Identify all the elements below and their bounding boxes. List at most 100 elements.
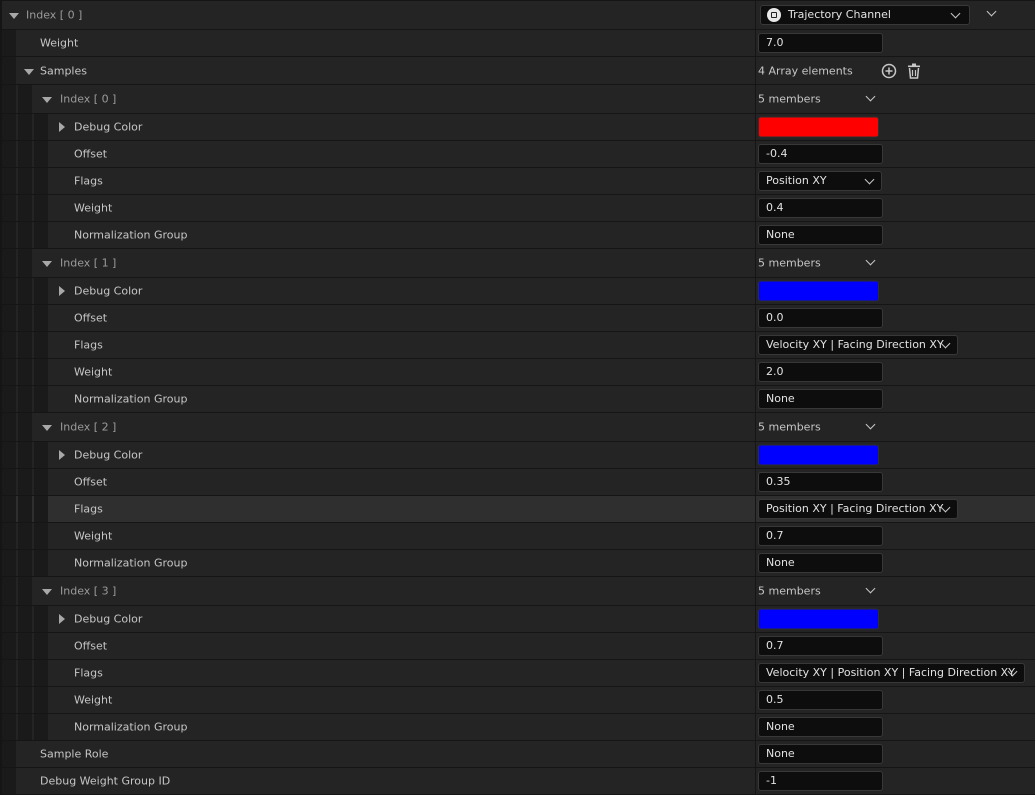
sample-role-label: Sample Role (40, 747, 109, 761)
sample-index-row[interactable]: Index [ 2 ] 5 members (0, 413, 1035, 441)
members-chevron-icon[interactable] (865, 255, 876, 266)
details-panel: Index [ 0 ] Trajectory Channel Weight 7.… (0, 0, 1035, 795)
flags-label: Flags (74, 666, 103, 680)
add-element-icon[interactable] (881, 63, 897, 79)
root-index-label: Index [ 0 ] (26, 8, 83, 22)
weight-row: Weight 2.0 (0, 359, 1035, 385)
debug-color-label: Debug Color (74, 284, 143, 298)
sample-index-label: Index [ 0 ] (60, 92, 117, 106)
normalization-group-label: Normalization Group (74, 392, 188, 406)
sample-members: 5 members (758, 92, 821, 106)
sample-index-row[interactable]: Index [ 1 ] 5 members (0, 249, 1035, 277)
sample-expand-icon[interactable] (42, 97, 52, 103)
debug-color-swatch[interactable] (758, 280, 879, 302)
samples-row[interactable]: Samples 4 Array elements (0, 57, 1035, 84)
members-chevron-icon[interactable] (865, 583, 876, 594)
offset-label: Offset (74, 147, 108, 161)
offset-row: Offset -0.4 (0, 141, 1035, 167)
weight-field[interactable]: 0.7 (758, 526, 883, 546)
flags-combo[interactable]: Position XY (758, 171, 882, 191)
normalization-group-field[interactable]: None (758, 225, 883, 245)
sample-index-label: Index [ 1 ] (60, 256, 117, 270)
offset-row: Offset 0.0 (0, 305, 1035, 331)
sample-expand-icon[interactable] (42, 589, 52, 595)
root-weight-field[interactable]: 7.0 (758, 33, 883, 53)
weight-field[interactable]: 0.5 (758, 690, 883, 710)
offset-row: Offset 0.35 (0, 469, 1035, 495)
normalization-group-row: Normalization Group None (0, 550, 1035, 576)
weight-field[interactable]: 2.0 (758, 362, 883, 382)
normalization-group-field[interactable]: None (758, 553, 883, 573)
sample-members: 5 members (758, 256, 821, 270)
root-index-row[interactable]: Index [ 0 ] Trajectory Channel (0, 1, 1035, 29)
debug-color-expand-icon[interactable] (59, 614, 65, 624)
debug-color-swatch[interactable] (758, 608, 879, 630)
debug-color-swatch[interactable] (758, 444, 879, 466)
members-chevron-icon[interactable] (865, 91, 876, 102)
flags-label: Flags (74, 338, 103, 352)
sample-index-label: Index [ 3 ] (60, 584, 117, 598)
weight-row: Weight 0.5 (0, 687, 1035, 713)
debug-weight-group-row: Debug Weight Group ID -1 (0, 768, 1035, 794)
flags-value: Velocity XY | Position XY | Facing Direc… (766, 666, 1015, 679)
samples-count: 4 Array elements (758, 64, 853, 77)
sample-members: 5 members (758, 420, 821, 434)
weight-label: Weight (74, 365, 113, 379)
normalization-group-row: Normalization Group None (0, 386, 1035, 412)
debug-color-label: Debug Color (74, 612, 143, 626)
offset-row: Offset 0.7 (0, 633, 1035, 659)
channel-type-label: Trajectory Channel (788, 8, 891, 21)
delete-elements-icon[interactable] (907, 63, 921, 79)
normalization-group-label: Normalization Group (74, 556, 188, 570)
debug-color-label: Debug Color (74, 448, 143, 462)
normalization-group-row: Normalization Group None (0, 714, 1035, 740)
offset-field[interactable]: 0.0 (758, 308, 883, 328)
debug-color-row: Debug Color (0, 606, 1035, 632)
offset-field[interactable]: 0.35 (758, 472, 883, 492)
normalization-group-label: Normalization Group (74, 228, 188, 242)
debug-color-swatch[interactable] (758, 116, 879, 138)
sample-expand-icon[interactable] (42, 261, 52, 267)
channel-type-inner-icon (771, 12, 777, 18)
normalization-group-label: Normalization Group (74, 720, 188, 734)
sample-role-row: Sample Role None (0, 741, 1035, 767)
sample-expand-icon[interactable] (42, 425, 52, 431)
debug-color-expand-icon[interactable] (59, 122, 65, 132)
normalization-group-row: Normalization Group None (0, 222, 1035, 248)
members-chevron-icon[interactable] (865, 419, 876, 430)
weight-label: Weight (74, 529, 113, 543)
expand-arrow-icon[interactable] (9, 13, 19, 19)
offset-field[interactable]: -0.4 (758, 144, 883, 164)
debug-color-expand-icon[interactable] (59, 286, 65, 296)
channel-options-chevron-icon[interactable] (986, 6, 997, 17)
weight-row: Weight 0.4 (0, 195, 1035, 221)
flags-combo[interactable]: Velocity XY | Position XY | Facing Direc… (758, 663, 1025, 683)
sample-role-field[interactable]: None (758, 744, 883, 764)
sample-members: 5 members (758, 584, 821, 598)
sample-index-row[interactable]: Index [ 3 ] 5 members (0, 577, 1035, 605)
flags-value: Position XY | Facing Direction XY (766, 502, 944, 515)
weight-label: Weight (74, 201, 113, 215)
normalization-group-field[interactable]: None (758, 717, 883, 737)
debug-color-row: Debug Color (0, 114, 1035, 140)
root-weight-label: Weight (40, 36, 79, 50)
debug-weight-group-field[interactable]: -1 (758, 771, 883, 791)
debug-color-label: Debug Color (74, 120, 143, 134)
offset-field[interactable]: 0.7 (758, 636, 883, 656)
flags-label: Flags (74, 502, 103, 516)
flags-value: Position XY (766, 174, 827, 187)
chevron-down-icon (864, 174, 875, 185)
flags-value: Velocity XY | Facing Direction XY (766, 338, 944, 351)
flags-combo[interactable]: Position XY | Facing Direction XY (758, 499, 958, 519)
weight-label: Weight (74, 693, 113, 707)
samples-expand-icon[interactable] (24, 68, 34, 75)
flags-combo[interactable]: Velocity XY | Facing Direction XY (758, 335, 958, 355)
weight-field[interactable]: 0.4 (758, 198, 883, 218)
flags-row: Flags Position XY | Facing Direction XY (0, 496, 1035, 522)
sample-index-row[interactable]: Index [ 0 ] 5 members (0, 85, 1035, 113)
offset-label: Offset (74, 311, 108, 325)
debug-color-expand-icon[interactable] (59, 450, 65, 460)
samples-label: Samples (40, 64, 87, 77)
channel-type-combo[interactable]: Trajectory Channel (760, 5, 970, 25)
normalization-group-field[interactable]: None (758, 389, 883, 409)
